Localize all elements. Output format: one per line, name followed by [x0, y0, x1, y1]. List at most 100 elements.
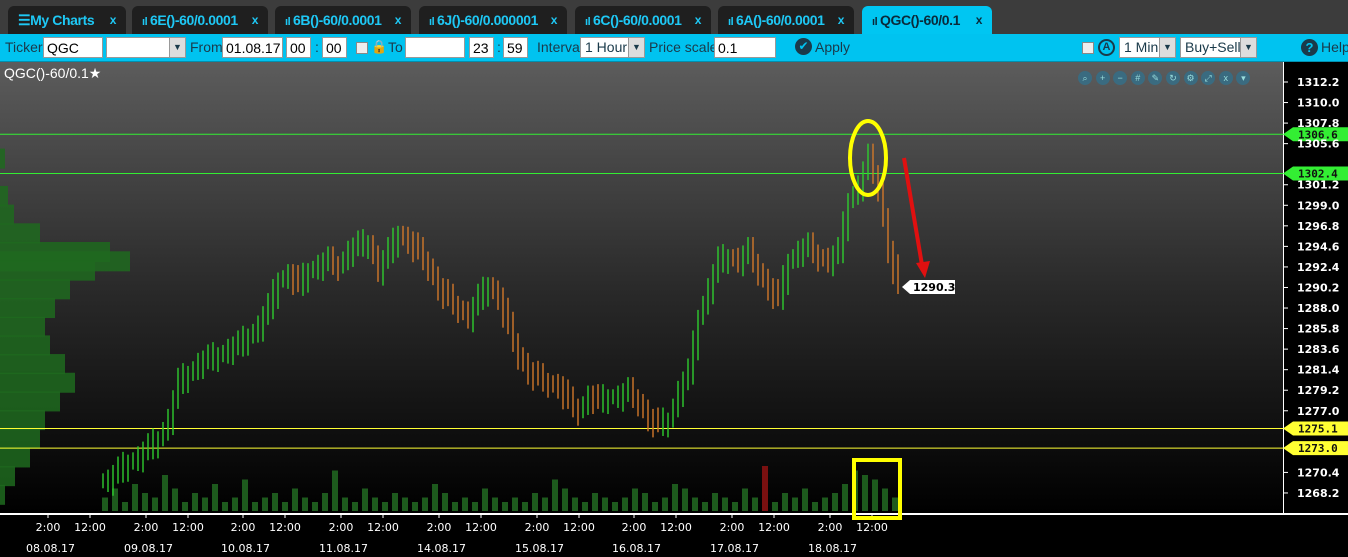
- x-time-label: 12:00: [269, 521, 301, 534]
- volume-bar: [502, 502, 508, 511]
- volume-bar: [712, 493, 718, 511]
- volume-bar: [832, 493, 838, 511]
- volume-bar: [142, 493, 148, 511]
- volume-profile-bar: [0, 391, 60, 412]
- level-label: 1273.0: [1298, 442, 1338, 455]
- volume-bar: [882, 488, 888, 511]
- volume-bar: [692, 497, 698, 511]
- volume-profile-bar: [0, 316, 45, 337]
- y-tick-label: 1294.6: [1297, 240, 1340, 253]
- volume-bar: [472, 502, 478, 511]
- volume-bar: [202, 497, 208, 511]
- x-date-label: 11.08.17: [319, 542, 368, 555]
- y-tick-label: 1299.0: [1297, 199, 1340, 212]
- pencil-icon[interactable]: ✎: [1148, 71, 1163, 85]
- volume-bar: [442, 493, 448, 511]
- x-date-label: 08.08.17: [26, 542, 75, 555]
- volume-bar: [572, 497, 578, 511]
- y-tick-label: 1307.8: [1297, 117, 1339, 130]
- volume-bar: [632, 488, 638, 511]
- volume-bar: [782, 493, 788, 511]
- volume-bar: [642, 493, 648, 511]
- y-tick-label: 1281.4: [1297, 364, 1340, 377]
- volume-bar: [372, 497, 378, 511]
- volume-bar: [772, 502, 778, 511]
- x-time-label: 12:00: [172, 521, 204, 534]
- y-tick-label: 1296.8: [1297, 220, 1339, 233]
- x-time-label: 2:00: [720, 521, 745, 534]
- volume-bar: [762, 466, 768, 511]
- gear-icon[interactable]: ⚙: [1183, 71, 1198, 85]
- volume-bar: [842, 484, 848, 511]
- y-tick-label: 1310.0: [1297, 97, 1340, 110]
- x-time-label: 2:00: [134, 521, 159, 534]
- volume-bar: [262, 497, 268, 511]
- volume-bar: [382, 502, 388, 511]
- last-price-label: 1290.3: [913, 281, 955, 294]
- x-time-label: 2:00: [36, 521, 61, 534]
- volume-bar: [682, 488, 688, 511]
- y-tick-label: 1285.8: [1297, 323, 1339, 336]
- volume-bar: [432, 484, 438, 511]
- volume-bar: [402, 497, 408, 511]
- y-tick-label: 1283.6: [1297, 343, 1340, 356]
- x-time-label: 12:00: [367, 521, 399, 534]
- volume-bar: [872, 479, 878, 511]
- volume-bar: [742, 488, 748, 511]
- red-arrow-shaft: [902, 157, 924, 266]
- zoom-in-icon[interactable]: +: [1095, 71, 1110, 85]
- x-time-label: 2:00: [231, 521, 256, 534]
- volume-bar: [492, 497, 498, 511]
- volume-bar: [512, 497, 518, 511]
- x-time-label: 12:00: [74, 521, 106, 534]
- x-time-label: 12:00: [563, 521, 595, 534]
- volume-bar: [522, 502, 528, 511]
- volume-bar: [222, 502, 228, 511]
- x-date-label: 18.08.17: [808, 542, 857, 555]
- volume-bar: [122, 502, 128, 511]
- x-time-label: 2:00: [525, 521, 550, 534]
- volume-bar: [802, 488, 808, 511]
- volume-bar: [822, 497, 828, 511]
- volume-bar: [362, 488, 368, 511]
- grid-icon[interactable]: #: [1130, 71, 1145, 85]
- volume-bar: [312, 502, 318, 511]
- x-date-label: 14.08.17: [417, 542, 466, 555]
- volume-bar: [562, 488, 568, 511]
- y-tick-label: 1288.0: [1297, 302, 1340, 315]
- volume-bar: [152, 497, 158, 511]
- volume-bar: [162, 475, 168, 511]
- zoom-out-icon[interactable]: −: [1113, 71, 1128, 85]
- volume-bar: [232, 497, 238, 511]
- volume-bar: [282, 502, 288, 511]
- volume-bar: [862, 475, 868, 511]
- x-date-label: 17.08.17: [710, 542, 759, 555]
- volume-bar: [452, 502, 458, 511]
- x-time-label: 2:00: [622, 521, 647, 534]
- y-tick-label: 1301.2: [1297, 179, 1339, 192]
- y-tick-label: 1292.4: [1297, 261, 1340, 274]
- volume-bar: [192, 493, 198, 511]
- volume-bar: [332, 470, 338, 511]
- chevron-down-icon[interactable]: ▾: [1236, 71, 1251, 85]
- volume-bar: [172, 488, 178, 511]
- x-time-label: 12:00: [758, 521, 790, 534]
- volume-bar: [272, 493, 278, 511]
- volume-bar: [482, 488, 488, 511]
- chart-title: QGC()-60/0.1★: [4, 65, 102, 81]
- volume-profile-bar: [0, 354, 65, 375]
- chart-tools: ⌕ + − # ✎ ↻ ⚙ ⤢ x ▾: [1078, 68, 1254, 86]
- volume-bar: [582, 502, 588, 511]
- expand-icon[interactable]: ⤢: [1201, 71, 1216, 85]
- x-date-label: 16.08.17: [612, 542, 661, 555]
- refresh-icon[interactable]: ↻: [1165, 71, 1180, 85]
- volume-bar: [462, 497, 468, 511]
- volume-profile-bar: [0, 428, 40, 449]
- volume-bar: [702, 502, 708, 511]
- volume-bar: [652, 502, 658, 511]
- zoom-fit-icon[interactable]: ⌕: [1078, 71, 1092, 85]
- x-time-label: 2:00: [427, 521, 452, 534]
- red-arrow-head: [916, 261, 930, 278]
- volume-profile-bar: [0, 466, 15, 487]
- close-icon[interactable]: x: [1218, 71, 1233, 85]
